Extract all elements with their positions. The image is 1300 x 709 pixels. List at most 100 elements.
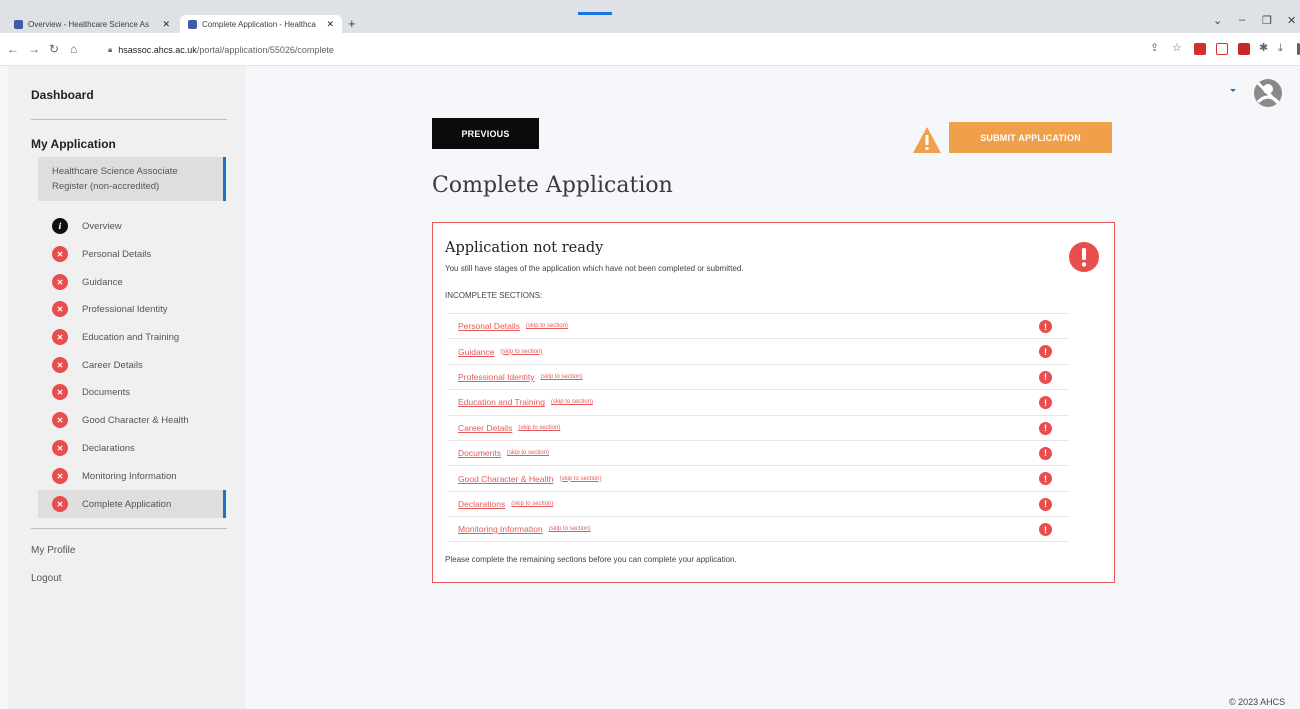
skip-to-section-link[interactable]: (skip to section) — [559, 476, 601, 482]
alert-icon: ! — [1039, 421, 1052, 435]
info-icon: i — [52, 218, 68, 234]
browser-tab-overview[interactable]: Overview - Healthcare Science As ✕ — [6, 15, 178, 33]
incomplete-x-icon: ✕ — [52, 468, 68, 484]
section-link[interactable]: Guidance — [458, 347, 494, 357]
section-link[interactable]: Documents — [458, 448, 501, 458]
section-link[interactable]: Personal Details — [458, 321, 520, 331]
sidebar-item-good-character-health[interactable]: ✕ Good Character & Health — [38, 408, 226, 432]
pdf-extension-icon[interactable] — [1194, 43, 1206, 55]
section-link[interactable]: Declarations — [458, 499, 505, 509]
back-icon[interactable]: ← — [7, 43, 19, 55]
url-path: /portal/application/55026/complete — [196, 45, 334, 55]
sidebar-item-personal-details[interactable]: ✕ Personal Details — [38, 242, 226, 266]
sidebar-item-label: Monitoring Information — [82, 470, 177, 482]
lock-icon: 🔒︎ — [108, 45, 113, 54]
section-link[interactable]: Career Details — [458, 423, 512, 433]
close-window-icon[interactable]: ✕ — [1287, 14, 1296, 27]
sidebar-item-label: Personal Details — [82, 248, 152, 260]
bookmark-star-icon[interactable]: ☆ — [1172, 42, 1182, 54]
incomplete-x-icon: ✕ — [52, 412, 68, 428]
sidebar-item-guidance[interactable]: ✕ Guidance — [38, 270, 226, 294]
sidebar-item-overview[interactable]: i Overview — [38, 214, 226, 238]
sidebar-item-documents[interactable]: ✕ Documents — [38, 380, 226, 404]
list-item: Guidance (skip to section) ! — [447, 338, 1069, 363]
sidebar-item-monitoring-information[interactable]: ✕ Monitoring Information — [38, 464, 226, 488]
user-menu[interactable] — [1160, 78, 1290, 113]
pocket-extension-icon[interactable] — [1238, 43, 1250, 55]
alert-icon: ! — [1039, 345, 1052, 359]
incomplete-sections-list: Personal Details (skip to section) ! Gui… — [447, 313, 1069, 542]
close-tab-icon[interactable]: ✕ — [162, 19, 170, 30]
section-link[interactable]: Professional Identity — [458, 372, 535, 382]
download-icon[interactable]: ⤓ — [1278, 42, 1283, 54]
alert-icon: ! — [1039, 472, 1052, 486]
sidebar-item-complete-application[interactable]: ✕ Complete Application — [38, 490, 226, 518]
sidebar-item-declarations[interactable]: ✕ Declarations — [38, 436, 226, 460]
list-item: Declarations (skip to section) ! — [447, 490, 1069, 516]
reload-icon[interactable]: ↻ — [49, 43, 59, 55]
skip-to-section-link[interactable]: (skip to section) — [511, 501, 553, 507]
extensions-puzzle-icon[interactable]: ✱ — [1259, 42, 1268, 54]
list-item: Career Details (skip to section) ! — [447, 414, 1069, 440]
submit-application-button[interactable]: SUBMIT APPLICATION — [949, 122, 1112, 153]
tab-title: Complete Application - Healthca — [202, 19, 316, 29]
site-favicon-icon — [188, 19, 197, 29]
browser-address-bar: ← → ↻ ⌂ 🔒︎ hsassoc.ahcs.ac.uk/portal/app… — [0, 33, 1300, 66]
sidebar-item-label: Career Details — [82, 359, 143, 371]
browser-tab-complete-application[interactable]: Complete Application - Healthca ✕ — [180, 15, 342, 33]
page-title: Complete Application — [432, 173, 673, 198]
forward-icon[interactable]: → — [28, 43, 40, 55]
incomplete-x-icon: ✕ — [52, 274, 68, 290]
skip-to-section-link[interactable]: (skip to section) — [551, 399, 593, 405]
new-tab-button[interactable]: + — [348, 15, 356, 33]
url-input[interactable]: 🔒︎ hsassoc.ahcs.ac.uk/portal/application… — [108, 40, 1138, 60]
user-menu-graphic — [1170, 79, 1282, 107]
sidebar-item-label: Overview — [82, 220, 122, 232]
home-icon[interactable]: ⌂ — [70, 43, 77, 55]
skip-to-section-link[interactable]: (skip to section) — [526, 323, 568, 329]
share-icon[interactable]: ⇪ — [1150, 42, 1159, 54]
list-item: Education and Training (skip to section)… — [447, 389, 1069, 414]
incomplete-x-icon: ✕ — [52, 246, 68, 262]
alert-icon: ! — [1039, 446, 1052, 460]
alert-icon: ! — [1039, 523, 1052, 537]
skip-to-section-link[interactable]: (skip to section) — [518, 425, 560, 431]
alert-icon: ! — [1039, 396, 1052, 410]
sidebar-item-label: Education and Training — [82, 331, 180, 343]
browser-tab-bar: Overview - Healthcare Science As ✕ Compl… — [0, 0, 1300, 33]
panel-footer-text: Please complete the remaining sections b… — [445, 555, 737, 564]
panel-subtext: You still have stages of the application… — [445, 264, 744, 273]
sidebar-item-education-and-training[interactable]: ✕ Education and Training — [38, 325, 226, 349]
skip-to-section-link[interactable]: (skip to section) — [549, 526, 591, 532]
sidebar-item-professional-identity[interactable]: ✕ Professional Identity — [38, 297, 226, 321]
restore-icon[interactable]: ❐ — [1262, 14, 1272, 27]
previous-button[interactable]: PREVIOUS — [432, 118, 539, 149]
sidebar-item-label: Good Character & Health — [82, 414, 189, 426]
warning-icon — [913, 127, 941, 153]
sidebar-my-application-heading: My Application — [31, 137, 116, 151]
alert-icon: ! — [1039, 370, 1052, 384]
alert-icon: ! — [1039, 320, 1052, 333]
section-link[interactable]: Monitoring Information — [458, 524, 543, 534]
tab-search-icon[interactable]: ⌄ — [1213, 14, 1222, 27]
skip-to-section-link[interactable]: (skip to section) — [507, 450, 549, 456]
sidebar-item-career-details[interactable]: ✕ Career Details — [38, 353, 226, 377]
incomplete-x-icon: ✕ — [52, 384, 68, 400]
sidebar-logout-link[interactable]: Logout — [31, 573, 62, 584]
skip-to-section-link[interactable]: (skip to section) — [500, 349, 542, 355]
sidebar-my-profile-link[interactable]: My Profile — [31, 545, 75, 556]
skip-to-section-link[interactable]: (skip to section) — [541, 374, 583, 380]
section-link[interactable]: Education and Training — [458, 397, 545, 407]
sidebar-dashboard-link[interactable]: Dashboard — [31, 88, 94, 102]
incomplete-x-icon: ✕ — [52, 496, 68, 512]
list-item: Monitoring Information (skip to section)… — [447, 516, 1069, 542]
close-tab-icon[interactable]: ✕ — [326, 19, 334, 30]
site-favicon-icon — [14, 19, 23, 29]
minimize-icon[interactable]: – — [1239, 14, 1245, 26]
incomplete-x-icon: ✕ — [52, 440, 68, 456]
list-item: Professional Identity (skip to section) … — [447, 363, 1069, 389]
sidebar-item-label: Declarations — [82, 442, 135, 454]
section-link[interactable]: Good Character & Health — [458, 474, 553, 484]
sidebar-application-type[interactable]: Healthcare Science Associate Register (n… — [38, 157, 226, 201]
extension-icon[interactable] — [1216, 43, 1228, 55]
